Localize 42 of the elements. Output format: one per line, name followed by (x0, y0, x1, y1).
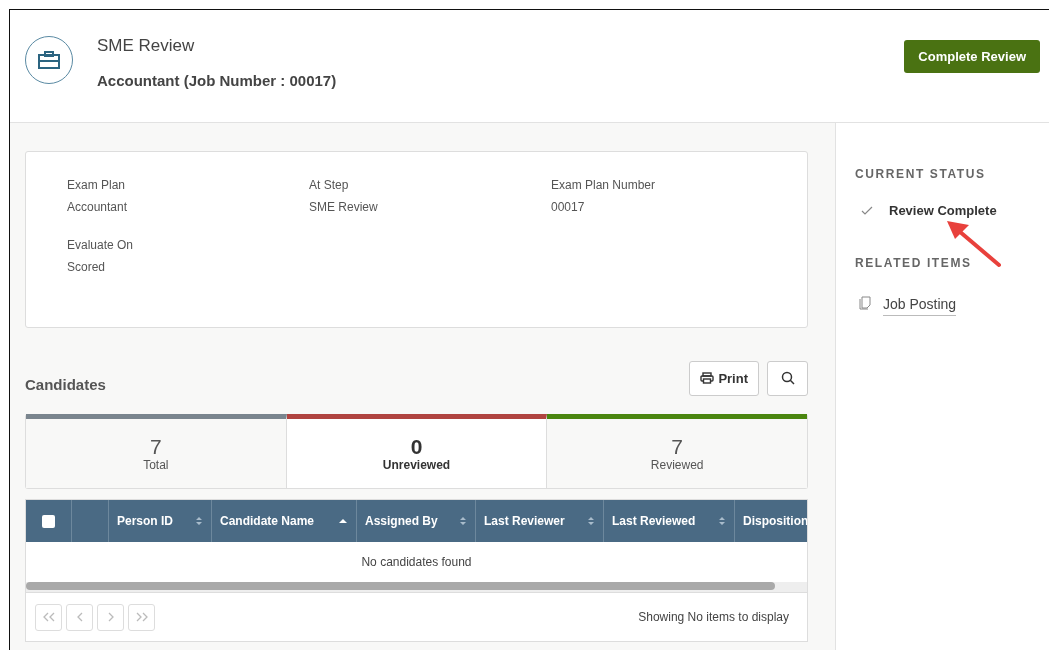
sort-icon[interactable] (195, 515, 203, 527)
search-icon (780, 371, 795, 385)
column-header[interactable]: Disposition (743, 514, 807, 528)
section-heading: RELATED ITEMS (855, 256, 972, 270)
detail-value: 00017 (551, 200, 586, 214)
page-title: SME Review (97, 36, 196, 56)
column-header[interactable]: Person ID (117, 514, 173, 528)
detail-label: Exam Plan (67, 178, 127, 192)
related-link[interactable]: Job Posting (883, 296, 957, 316)
column-header[interactable]: Last Reviewer (484, 514, 565, 528)
detail-value: Accountant (67, 200, 129, 214)
section-heading: CURRENT STATUS (855, 167, 986, 181)
horizontal-scrollbar[interactable] (26, 582, 775, 590)
sort-icon[interactable] (459, 515, 467, 527)
checkmark-icon (861, 206, 873, 215)
sort-icon[interactable] (718, 515, 726, 527)
search-button[interactable] (767, 360, 808, 396)
sort-ascending-icon[interactable] (338, 517, 348, 525)
column-header[interactable]: Candidate Name (220, 514, 315, 528)
stat-tab[interactable]: 0 Unreviewed (286, 414, 548, 488)
pager-info: Showing No items to display (638, 610, 789, 624)
print-button[interactable]: Print (689, 360, 759, 396)
select-all-checkbox[interactable] (42, 514, 55, 528)
empty-message: No candidates found (361, 555, 472, 569)
detail-value: SME Review (309, 200, 379, 214)
printer-icon (700, 372, 715, 384)
column-header[interactable]: Assigned By (365, 514, 438, 528)
complete-review-button[interactable]: Complete Review (904, 40, 1040, 73)
page-subtitle: Accountant (Job Number : 00017) (97, 72, 338, 89)
detail-label: Evaluate On (67, 238, 135, 252)
double-chevron-icon (41, 612, 56, 622)
status-text: Review Complete (889, 203, 997, 218)
section-title: Candidates (25, 375, 106, 393)
double-chevron-icon (134, 612, 149, 622)
stat-tab[interactable]: 7 Reviewed (547, 414, 807, 488)
stat-tab[interactable]: 7 Total (26, 414, 287, 488)
document-icon (859, 296, 871, 310)
detail-label: Exam Plan Number (551, 178, 657, 192)
detail-label: At Step (309, 178, 350, 192)
detail-value: Scored (67, 260, 107, 274)
sort-icon[interactable] (587, 515, 595, 527)
column-header[interactable]: Last Reviewed (612, 514, 696, 528)
